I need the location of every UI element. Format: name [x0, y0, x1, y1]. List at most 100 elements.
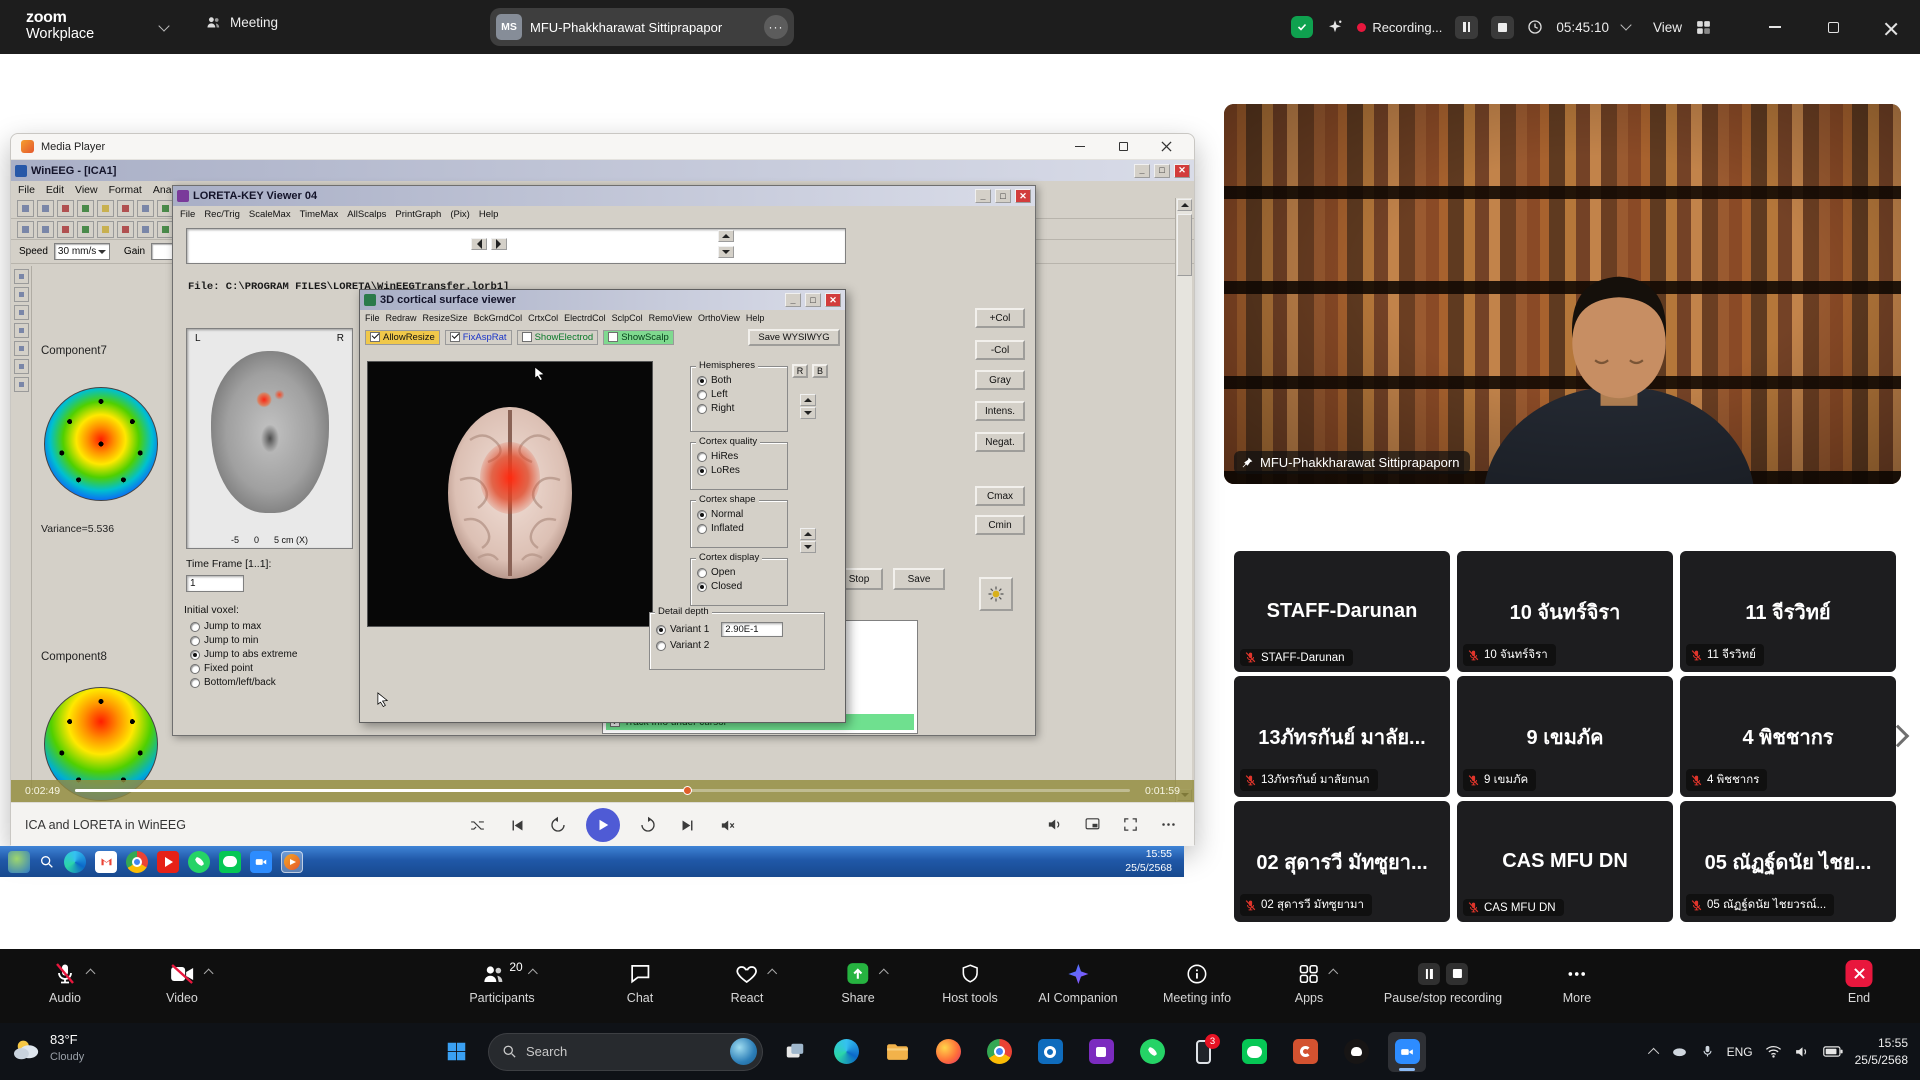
tray-chevron-up-icon[interactable] [1648, 1047, 1659, 1058]
spinner-down-1[interactable] [800, 407, 816, 419]
hemi-right-radio[interactable]: Right [697, 403, 787, 414]
mp-minimize-button[interactable] [1062, 134, 1098, 159]
desktop-search-icon[interactable] [39, 854, 55, 870]
end-call-icon[interactable] [1846, 960, 1873, 987]
pause-recording-button[interactable] [1455, 16, 1478, 39]
fullscreen-button[interactable] [1118, 812, 1142, 836]
display-closed-radio[interactable]: Closed [697, 581, 787, 592]
desktop-whatsapp-icon[interactable] [188, 851, 210, 873]
apps-chevron-icon[interactable] [1329, 969, 1339, 979]
line-icon[interactable] [1235, 1032, 1273, 1072]
time-frame-input[interactable]: 1 [186, 575, 244, 592]
meeting-options-icon[interactable]: ··· [764, 15, 788, 39]
participants-button[interactable]: 20 Participants [469, 960, 534, 1005]
miniplayer-button[interactable] [1080, 812, 1104, 836]
maximize-button[interactable] [1804, 0, 1862, 54]
tray-mic-icon[interactable] [1700, 1044, 1715, 1059]
logo-chevron-down-icon[interactable] [158, 20, 169, 31]
desktop-youtube-icon[interactable] [157, 851, 179, 873]
video-button[interactable]: Video [166, 960, 198, 1005]
media-player-titlebar[interactable]: Media Player [11, 134, 1194, 160]
apps-button[interactable]: Apps [1295, 960, 1324, 1005]
negat-button[interactable]: Negat. [975, 432, 1025, 452]
edge-icon[interactable] [827, 1032, 865, 1072]
wifi-icon[interactable] [1765, 1044, 1782, 1059]
participants-chevron-icon[interactable] [528, 969, 538, 979]
play-button[interactable] [586, 808, 620, 842]
timer-chevron-down-icon[interactable] [1620, 19, 1631, 30]
display-open-radio[interactable]: Open [697, 567, 787, 578]
teams-icon[interactable] [1082, 1032, 1120, 1072]
view-grid-icon[interactable] [1695, 19, 1712, 36]
weather-widget[interactable]: 83°FCloudy [12, 1032, 84, 1065]
skip-forward-button[interactable] [636, 813, 660, 837]
loreta-minimize-button[interactable]: _ [975, 189, 991, 203]
voxel-jump-abs-radio[interactable]: Jump to abs extreme [190, 649, 354, 660]
spinner-up-1[interactable] [800, 394, 816, 406]
desktop-chrome-icon[interactable] [126, 851, 148, 873]
stop-recording-icon[interactable] [1446, 963, 1468, 985]
loreta-close-button[interactable]: ✕ [1015, 189, 1031, 203]
pause-stop-recording-button[interactable]: Pause/stop recording [1384, 960, 1502, 1005]
fixasprat-checkbox[interactable]: FixAspRat [445, 330, 512, 345]
c-menu-electrdcol[interactable]: ElectrdCol [564, 313, 606, 323]
menu-edit[interactable]: Edit [46, 184, 64, 196]
desktop-gmail-icon[interactable] [95, 851, 117, 873]
quality-hires-radio[interactable]: HiRes [697, 451, 787, 462]
share-button[interactable]: Share [841, 960, 874, 1005]
participant-tile[interactable]: CAS MFU DN CAS MFU DN [1457, 801, 1673, 922]
wineeg-maximize-button[interactable]: □ [1154, 164, 1170, 178]
desktop-zoom-icon[interactable] [250, 851, 272, 873]
desktop-line-icon[interactable] [219, 851, 241, 873]
cmin-button[interactable]: Cmin [975, 515, 1025, 535]
participant-tile[interactable]: 13ภัทรกันย์ มาลัย... 13ภัทรกันย์ มาลัยกน… [1234, 676, 1450, 797]
start-button[interactable] [437, 1032, 475, 1072]
security-shield-icon[interactable] [1291, 16, 1313, 38]
onedrive-icon[interactable] [1671, 1043, 1688, 1060]
firefox-icon[interactable] [929, 1032, 967, 1072]
participant-tile[interactable]: 9 เขมภัค 9 เขมภัค [1457, 676, 1673, 797]
minuscol-button[interactable]: -Col [975, 340, 1025, 360]
skip-back-button[interactable] [546, 813, 570, 837]
react-button[interactable]: React [731, 960, 764, 1005]
menu-file[interactable]: File [18, 184, 35, 196]
c-menu-file[interactable]: File [365, 313, 380, 323]
quality-lores-radio[interactable]: LoRes [697, 465, 787, 476]
pause-recording-icon[interactable] [1418, 963, 1440, 985]
loreta-titlebar[interactable]: LORETA-KEY Viewer 04 _ □ ✕ [173, 186, 1035, 206]
showelectrod-checkbox[interactable]: ShowElectrod [517, 330, 599, 345]
stop-recording-button[interactable] [1491, 16, 1514, 39]
chrome-icon[interactable] [980, 1032, 1018, 1072]
c-menu-redraw[interactable]: Redraw [386, 313, 417, 323]
battery-icon[interactable] [1823, 1045, 1843, 1058]
participant-tile[interactable]: 4 พิชชากร 4 พิชชากร [1680, 676, 1896, 797]
audio-chevron-icon[interactable] [86, 969, 96, 979]
zoom-workplace-logo[interactable]: zoom Workplace [26, 9, 94, 43]
frame-next-button[interactable] [491, 238, 507, 250]
seek-handle[interactable] [683, 786, 692, 795]
c-menu-crtxcol[interactable]: CrtxCol [528, 313, 558, 323]
scale-up-button[interactable] [718, 230, 734, 242]
brain-3d-canvas[interactable] [367, 361, 653, 627]
desktop-start-icon[interactable] [8, 851, 30, 873]
whatsapp-icon[interactable] [1133, 1032, 1171, 1072]
desktop-edge-icon[interactable] [64, 851, 86, 873]
c-menu-sclpcol[interactable]: SclpCol [612, 313, 643, 323]
shape-normal-radio[interactable]: Normal [697, 509, 787, 520]
c-menu-bckgrndcol[interactable]: BckGrndCol [474, 313, 523, 323]
mini-b-button[interactable]: B [812, 364, 828, 378]
wineeg-scrollbar[interactable] [1175, 198, 1192, 802]
language-indicator[interactable]: ENG [1727, 1045, 1753, 1059]
search-highlight-image[interactable] [730, 1038, 757, 1065]
participant-tile[interactable]: 05 ณัฏฐ์ดนัย ไชย... 05 ณัฏฐ์ดนัย ไชยวรณ์… [1680, 801, 1896, 922]
menu-view[interactable]: View [75, 184, 98, 196]
zoom-taskbar-icon[interactable] [1388, 1032, 1426, 1072]
brightness-button[interactable] [979, 577, 1013, 611]
react-chevron-icon[interactable] [768, 969, 778, 979]
loreta-menu-rec[interactable]: Rec/Trig [204, 209, 240, 220]
loreta-maximize-button[interactable]: □ [995, 189, 1011, 203]
spinner-down-2[interactable] [800, 541, 816, 553]
seek-bar[interactable] [75, 789, 1130, 792]
loreta-menu-pix[interactable]: (Pix) [450, 209, 470, 220]
loreta-menu-file[interactable]: File [180, 209, 195, 220]
